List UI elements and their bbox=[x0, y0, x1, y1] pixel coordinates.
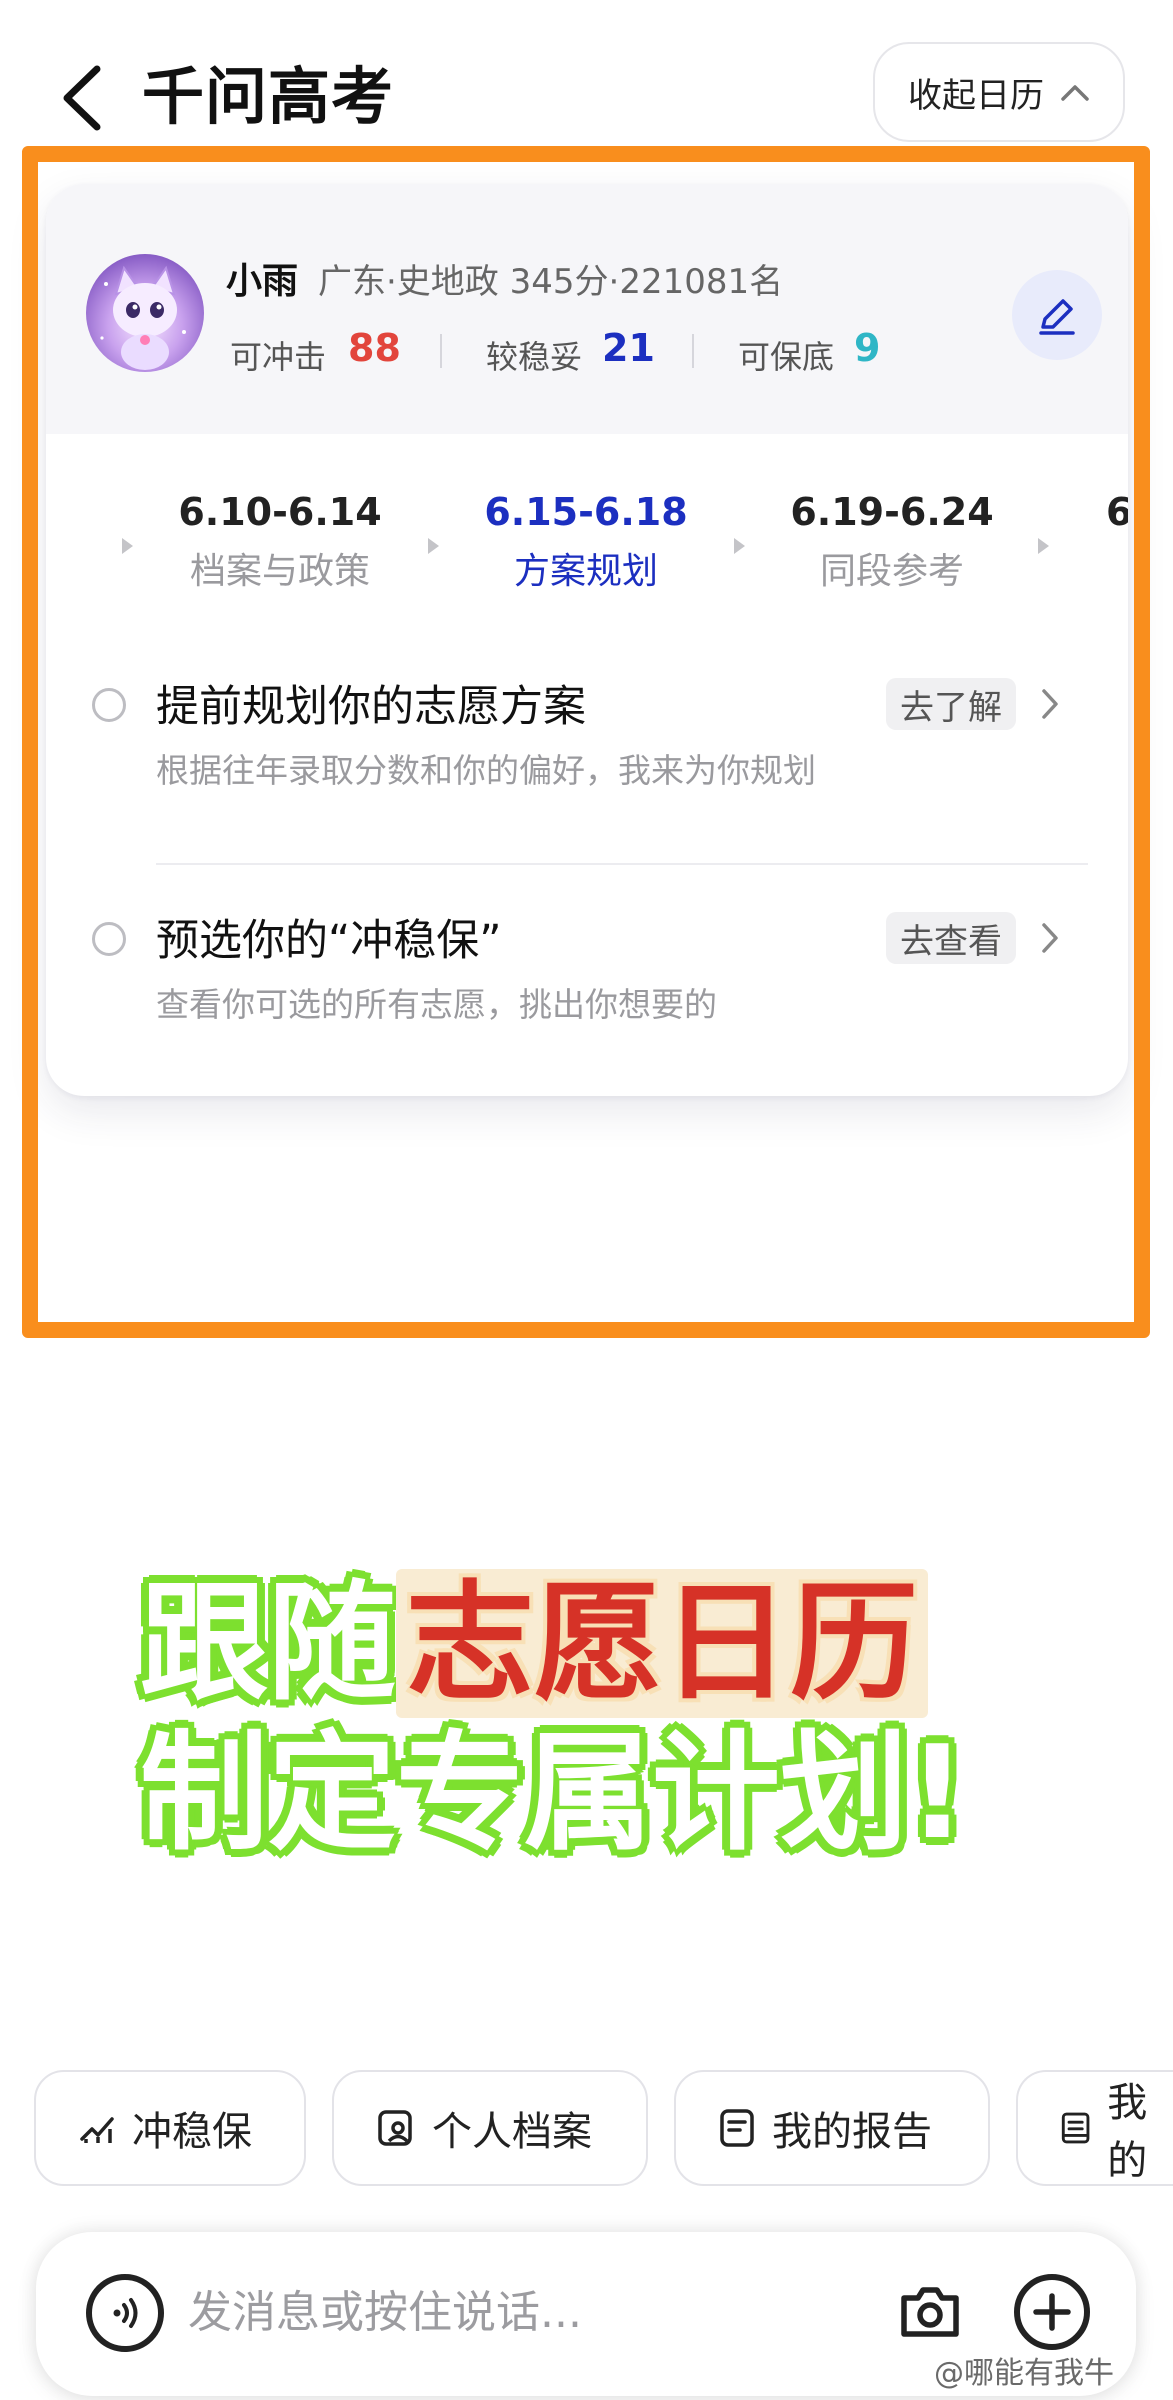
report-icon bbox=[720, 2109, 754, 2147]
task-checkbox[interactable] bbox=[92, 922, 126, 956]
chip-profile[interactable]: 个人档案 bbox=[332, 2070, 648, 2186]
chevron-right-icon[interactable] bbox=[1030, 678, 1070, 730]
back-button[interactable] bbox=[52, 58, 112, 138]
promo-line-1: 跟随志愿日历 bbox=[137, 1569, 929, 1718]
chevron-right-icon[interactable] bbox=[1030, 912, 1070, 964]
promo-highlight-box: 志愿日历 bbox=[396, 1569, 929, 1718]
timeline-title: 同段参考 bbox=[819, 551, 964, 592]
timeline-arrow-icon bbox=[122, 538, 133, 554]
camera-icon bbox=[901, 2287, 959, 2337]
task-desc: 根据往年录取分数和你的偏好，我来为你规划 bbox=[156, 751, 816, 790]
edit-profile-button[interactable] bbox=[1012, 270, 1102, 360]
promo-prefix: 跟随 bbox=[137, 1569, 398, 1718]
stat-value-match: 21 bbox=[602, 326, 655, 370]
timeline-item-1[interactable]: 6.10-6.14 档案与政策 bbox=[160, 474, 400, 594]
timeline-arrow-icon bbox=[734, 538, 745, 554]
chip-label: 冲稳保 bbox=[132, 2109, 252, 2155]
chip-report[interactable]: 我的报告 bbox=[674, 2070, 990, 2186]
voice-wave-icon bbox=[113, 2298, 138, 2328]
user-name: 小雨 bbox=[226, 261, 299, 302]
chip-my[interactable]: 我的 bbox=[1016, 2070, 1173, 2186]
watermark: @哪能有我牛 bbox=[934, 2356, 1114, 2391]
plus-icon bbox=[1033, 2293, 1071, 2331]
task-divider bbox=[156, 863, 1088, 865]
timeline-arrow-icon bbox=[1038, 538, 1049, 554]
add-button[interactable] bbox=[1014, 2274, 1090, 2350]
timeline-title: 档案与政策 bbox=[189, 551, 370, 592]
promo-highlight: 志愿日历 bbox=[406, 1569, 919, 1718]
chip-chongwenbao[interactable]: 冲稳保 bbox=[34, 2070, 306, 2186]
stat-label-safe: 可保底 bbox=[738, 338, 835, 376]
task-desc: 查看你可选的所有志愿，挑出你想要的 bbox=[156, 985, 717, 1024]
task-checkbox[interactable] bbox=[92, 688, 126, 722]
chevron-up-icon bbox=[1061, 85, 1089, 101]
message-input[interactable]: 发消息或按住说话... bbox=[188, 2278, 582, 2348]
task-title: 预选你的“冲稳保” bbox=[156, 916, 502, 966]
cat-avatar-icon bbox=[100, 265, 186, 370]
stat-divider bbox=[692, 334, 694, 368]
profile-section bbox=[46, 184, 1128, 434]
timeline-date-partial[interactable]: 6 bbox=[1106, 490, 1128, 534]
user-score-info: 广东·史地政 345分·221081名 bbox=[318, 262, 784, 302]
task-item[interactable]: 预选你的“冲稳保” 查看你可选的所有志愿，挑出你想要的 去查看 bbox=[46, 894, 1128, 1044]
document-icon bbox=[1061, 2112, 1090, 2144]
stat-divider bbox=[440, 334, 442, 368]
voice-button[interactable] bbox=[86, 2274, 164, 2352]
timeline-date: 6.19-6.24 bbox=[790, 490, 994, 534]
collapse-calendar-button[interactable]: 收起日历 bbox=[873, 42, 1125, 142]
timeline-title: 方案规划 bbox=[513, 551, 658, 592]
collapse-calendar-label: 收起日历 bbox=[908, 75, 1044, 116]
timeline-date: 6.10-6.14 bbox=[178, 490, 382, 534]
timeline-item-3[interactable]: 6.19-6.24 同段参考 bbox=[772, 474, 1012, 594]
timeline-item-2[interactable]: 6.15-6.18 方案规划 bbox=[466, 474, 706, 594]
view-button[interactable]: 去查看 bbox=[886, 912, 1016, 964]
chip-label: 个人档案 bbox=[432, 2109, 592, 2155]
stat-value-safe: 9 bbox=[854, 326, 881, 370]
chip-label: 我的 bbox=[1107, 2080, 1148, 2184]
task-item[interactable]: 提前规划你的志愿方案 根据往年录取分数和你的偏好，我来为你规划 去了解 bbox=[46, 660, 1128, 810]
pencil-icon bbox=[1039, 299, 1075, 335]
page-title: 千问高考 bbox=[142, 60, 395, 133]
calendar-card: 小雨 广东·史地政 345分·221081名 可冲击 88 较稳妥 21 可保底… bbox=[46, 184, 1128, 1096]
profile-icon bbox=[378, 2110, 412, 2146]
chart-icon bbox=[80, 2117, 114, 2143]
stat-label-match: 较稳妥 bbox=[486, 338, 583, 376]
learn-more-button[interactable]: 去了解 bbox=[886, 678, 1016, 730]
task-title: 提前规划你的志愿方案 bbox=[156, 682, 586, 732]
timeline-date: 6.15-6.18 bbox=[484, 490, 688, 534]
stat-label-reach: 可冲击 bbox=[230, 338, 327, 376]
chevron-left-icon bbox=[63, 65, 101, 131]
timeline-arrow-icon bbox=[428, 538, 439, 554]
stat-value-reach: 88 bbox=[348, 326, 401, 370]
chip-label: 我的报告 bbox=[772, 2109, 932, 2155]
camera-button[interactable] bbox=[894, 2276, 966, 2348]
promo-line-2: 制定专属计划! bbox=[137, 1719, 968, 1868]
avatar[interactable] bbox=[86, 254, 204, 372]
